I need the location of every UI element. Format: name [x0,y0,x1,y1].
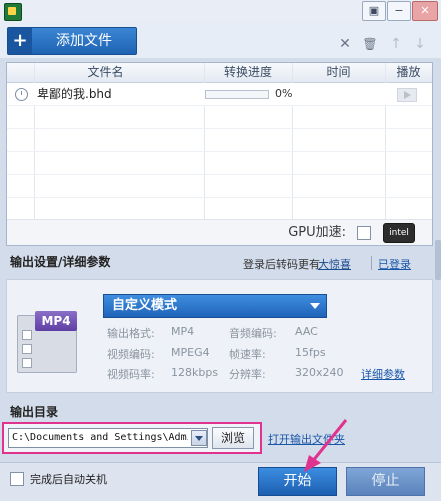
empty-row [7,129,432,152]
login-promo-text: 登录后转码更有 [243,258,320,271]
output-path-value: C:\Documents and Settings\Admir [12,432,188,443]
open-output-folder-link[interactable]: 打开输出文件夹 [268,431,345,447]
chevron-down-icon[interactable] [191,430,207,446]
arrow-up-icon[interactable]: ↑ [388,36,404,52]
param-value: MPEG4 [171,346,210,359]
output-dir-title: 输出目录 [10,405,59,419]
empty-row [7,198,432,221]
gpu-acceleration-checkbox[interactable] [357,226,371,240]
trash-icon[interactable]: 🗑 [362,36,378,52]
file-list-header: 文件名 转换进度 时间 播放 [7,63,432,83]
plus-icon: + [8,28,32,54]
play-icon[interactable] [397,88,417,102]
minimize-button[interactable]: ▣ [362,1,386,21]
stop-button[interactable]: 停止 [346,467,425,496]
mode-value: 自定义模式 [112,298,178,313]
auto-shutdown-label: 完成后自动关机 [30,473,107,486]
param-value: MP4 [171,325,195,338]
output-dir-highlight: C:\Documents and Settings\Admir 浏览 [2,422,262,454]
table-row[interactable]: 卑鄙的我.bhd 0% [7,83,432,106]
start-button[interactable]: 开始 [258,467,337,496]
param-value: 15fps [295,346,326,359]
output-path-combobox[interactable]: C:\Documents and Settings\Admir [8,428,208,448]
param-label: 视频码率: [107,368,155,381]
add-file-label: 添加文件 [56,33,112,49]
empty-row [7,175,432,198]
mode-dropdown[interactable]: 自定义模式 [103,294,327,318]
column-progress: 转换进度 [223,65,272,79]
close-window-button[interactable]: ✕ [412,1,438,21]
arrow-down-icon[interactable]: ↓ [412,36,428,52]
clock-icon [15,88,28,101]
app-logo-icon [4,3,22,21]
login-status-link[interactable]: 已登录 [378,256,411,272]
add-file-button[interactable]: + 添加文件 [7,27,137,55]
close-icon[interactable]: ✕ [337,36,353,52]
title-bar: ▣ − ✕ [0,0,441,23]
file-list: 文件名 转换进度 时间 播放 卑鄙的我.bhd 0% GPU加速: intel [6,62,433,246]
detail-params-link[interactable]: 详细参数 [361,366,405,382]
column-play: 播放 [396,65,421,79]
resize-grip[interactable] [435,240,441,280]
param-label: 分辨率: [229,368,266,381]
login-promo-link[interactable]: 大惊喜 [318,256,351,272]
param-value: AAC [295,325,318,338]
auto-shutdown-checkbox[interactable] [10,472,24,486]
mp4-format-icon: MP4 [17,311,77,373]
param-label: 视频编码: [107,348,155,361]
param-value: 320x240 [295,366,344,379]
format-badge: MP4 [35,311,77,331]
gpu-acceleration-label: GPU加速: [288,225,346,240]
gpu-bar: GPU加速: intel [7,219,432,245]
column-time: 时间 [326,65,351,79]
progress-bar [205,90,269,99]
empty-row [7,152,432,175]
menu-button[interactable]: − [387,1,411,21]
intel-logo: intel [383,223,415,243]
file-name: 卑鄙的我.bhd [37,87,112,101]
divider [371,256,372,270]
chevron-down-icon [310,303,320,309]
param-label: 帧速率: [229,348,266,361]
browse-button[interactable]: 浏览 [212,427,254,449]
param-label: 输出格式: [107,327,155,340]
output-settings-panel: MP4 自定义模式 输出格式: MP4 音频编码: AAC 视频编码: MPEG… [6,279,433,393]
progress-percent: 0% [275,87,293,100]
column-filename: 文件名 [87,65,124,79]
output-settings-title: 输出设置/详细参数 [10,255,111,269]
param-label: 音频编码: [229,327,277,340]
param-value: 128kbps [171,366,219,379]
empty-row [7,106,432,129]
